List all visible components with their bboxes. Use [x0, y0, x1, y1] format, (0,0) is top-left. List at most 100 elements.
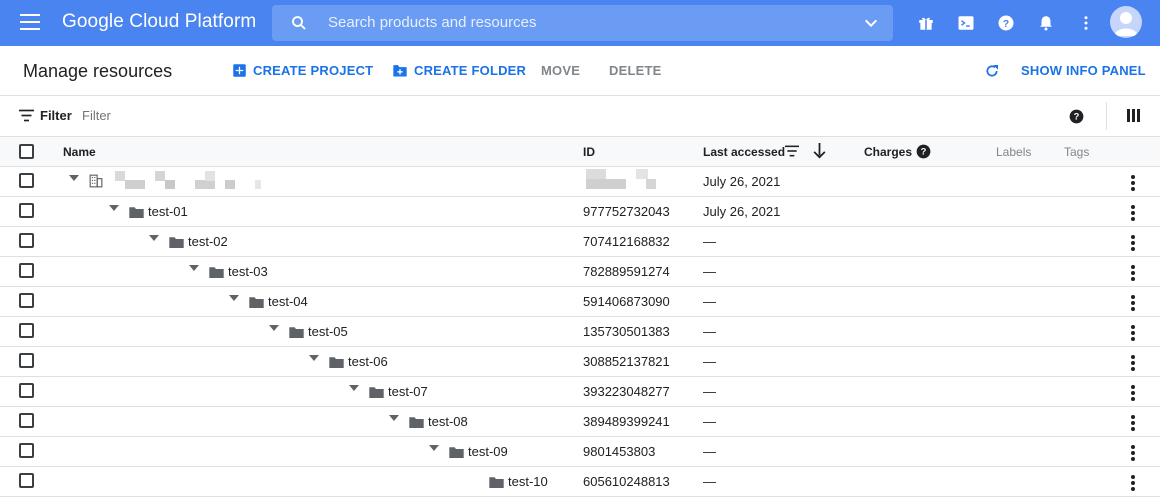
expand-arrow-icon[interactable] [189, 265, 199, 271]
last-accessed-cell: — [703, 414, 716, 429]
row-more-icon[interactable] [1131, 475, 1135, 491]
folder-icon [329, 357, 344, 368]
resource-name[interactable]: test-02 [188, 234, 228, 249]
resource-name[interactable]: test-01 [148, 204, 188, 219]
column-header-name[interactable]: Name [63, 145, 96, 159]
gift-icon[interactable] [916, 13, 936, 33]
table-row[interactable]: test-07 393223048277 — [0, 377, 1160, 407]
table-row[interactable]: test-09 9801453803 — [0, 437, 1160, 467]
resource-name[interactable]: test-06 [348, 354, 388, 369]
resource-name[interactable]: test-03 [228, 264, 268, 279]
row-checkbox[interactable] [19, 203, 34, 218]
delete-button[interactable]: DELETE [609, 63, 661, 78]
move-button[interactable]: MOVE [541, 63, 580, 78]
expand-arrow-icon[interactable] [389, 415, 399, 421]
refresh-icon[interactable] [984, 63, 1000, 79]
row-checkbox[interactable] [19, 353, 34, 368]
search-placeholder: Search products and resources [328, 14, 537, 31]
filter-icon[interactable] [19, 109, 34, 122]
table-row[interactable]: test-06 308852137821 — [0, 347, 1160, 377]
row-checkbox[interactable] [19, 383, 34, 398]
menu-icon[interactable] [20, 14, 40, 30]
delete-label: DELETE [609, 63, 662, 78]
folder-icon [129, 207, 144, 218]
expand-arrow-icon[interactable] [309, 355, 319, 361]
row-more-icon[interactable] [1131, 175, 1135, 191]
filter-bar: Filter ? [0, 96, 1160, 137]
expand-arrow-icon[interactable] [109, 205, 119, 211]
resource-id: 9801453803 [583, 444, 656, 459]
last-accessed-cell: July 26, 2021 [703, 204, 781, 219]
chevron-down-icon[interactable] [863, 15, 879, 31]
resource-name[interactable]: test-10 [508, 474, 548, 489]
help-icon[interactable]: ? [996, 13, 1016, 33]
table-row[interactable]: test-01 977752732043 July 26, 2021 [0, 197, 1160, 227]
expand-arrow-icon[interactable] [429, 445, 439, 451]
expand-arrow-icon[interactable] [269, 325, 279, 331]
row-checkbox[interactable] [19, 323, 34, 338]
row-checkbox[interactable] [19, 293, 34, 308]
column-header-labels[interactable]: Labels [996, 145, 1031, 159]
table-row[interactable]: test-04 591406873090 — [0, 287, 1160, 317]
account-avatar[interactable] [1110, 6, 1142, 38]
row-checkbox[interactable] [19, 413, 34, 428]
help-icon[interactable]: ? [1069, 109, 1084, 124]
row-checkbox[interactable] [19, 443, 34, 458]
table-row[interactable]: test-05 135730501383 — [0, 317, 1160, 347]
resource-id: 591406873090 [583, 294, 670, 309]
expand-arrow-icon[interactable] [229, 295, 239, 301]
expand-arrow-icon[interactable] [349, 385, 359, 391]
notifications-icon[interactable] [1036, 13, 1056, 33]
column-header-tags[interactable]: Tags [1064, 145, 1089, 159]
filter-input[interactable] [82, 108, 382, 123]
table-header: Name ID Last accessed Charges ? Labels T… [0, 137, 1160, 167]
search-bar[interactable]: Search products and resources [272, 5, 893, 41]
row-more-icon[interactable] [1131, 385, 1135, 401]
filter-label: Filter [40, 108, 72, 123]
resource-name[interactable]: test-07 [388, 384, 428, 399]
cloud-shell-icon[interactable] [956, 13, 976, 33]
table-row[interactable]: test-10 605610248813 — [0, 467, 1160, 497]
expand-arrow-icon[interactable] [149, 235, 159, 241]
table-row[interactable]: test-03 782889591274 — [0, 257, 1160, 287]
row-checkbox[interactable] [19, 173, 34, 188]
resource-name[interactable]: test-04 [268, 294, 308, 309]
row-more-icon[interactable] [1131, 295, 1135, 311]
resource-name[interactable]: test-09 [468, 444, 508, 459]
row-more-icon[interactable] [1131, 325, 1135, 341]
create-folder-button[interactable]: CREATE FOLDER [392, 63, 526, 78]
resource-name[interactable]: test-05 [308, 324, 348, 339]
top-app-bar: Google Cloud Platform Search products an… [0, 0, 1160, 46]
folder-icon [489, 477, 504, 488]
show-info-panel-label: SHOW INFO PANEL [1021, 63, 1146, 78]
product-brand[interactable]: Google Cloud Platform [62, 11, 256, 33]
column-header-id[interactable]: ID [583, 145, 595, 159]
column-header-charges[interactable]: Charges [864, 145, 912, 159]
row-more-icon[interactable] [1131, 415, 1135, 431]
expand-arrow-icon[interactable] [69, 175, 79, 181]
last-accessed-cell: July 26, 2021 [703, 174, 781, 189]
select-all-checkbox[interactable] [19, 144, 34, 159]
row-checkbox[interactable] [19, 473, 34, 488]
resource-name[interactable]: test-08 [428, 414, 468, 429]
row-more-icon[interactable] [1131, 235, 1135, 251]
row-more-icon[interactable] [1131, 205, 1135, 221]
row-checkbox[interactable] [19, 233, 34, 248]
row-more-icon[interactable] [1131, 265, 1135, 281]
last-accessed-cell: — [703, 474, 716, 489]
column-display-icon[interactable] [1127, 109, 1140, 122]
show-info-panel-button[interactable]: SHOW INFO PANEL [1021, 63, 1146, 78]
row-checkbox[interactable] [19, 263, 34, 278]
row-more-icon[interactable] [1131, 355, 1135, 371]
row-more-icon[interactable] [1131, 445, 1135, 461]
help-icon[interactable]: ? [916, 144, 931, 159]
sort-icon[interactable] [785, 145, 799, 157]
create-folder-icon [393, 65, 407, 77]
arrow-downward-icon[interactable] [813, 143, 826, 159]
table-row[interactable]: test-08 389489399241 — [0, 407, 1160, 437]
column-header-last-accessed[interactable]: Last accessed [703, 145, 785, 159]
create-project-button[interactable]: CREATE PROJECT [232, 63, 373, 78]
table-row[interactable]: July 26, 2021 [0, 167, 1160, 197]
table-row[interactable]: test-02 707412168832 — [0, 227, 1160, 257]
more-vert-icon[interactable] [1076, 13, 1096, 33]
